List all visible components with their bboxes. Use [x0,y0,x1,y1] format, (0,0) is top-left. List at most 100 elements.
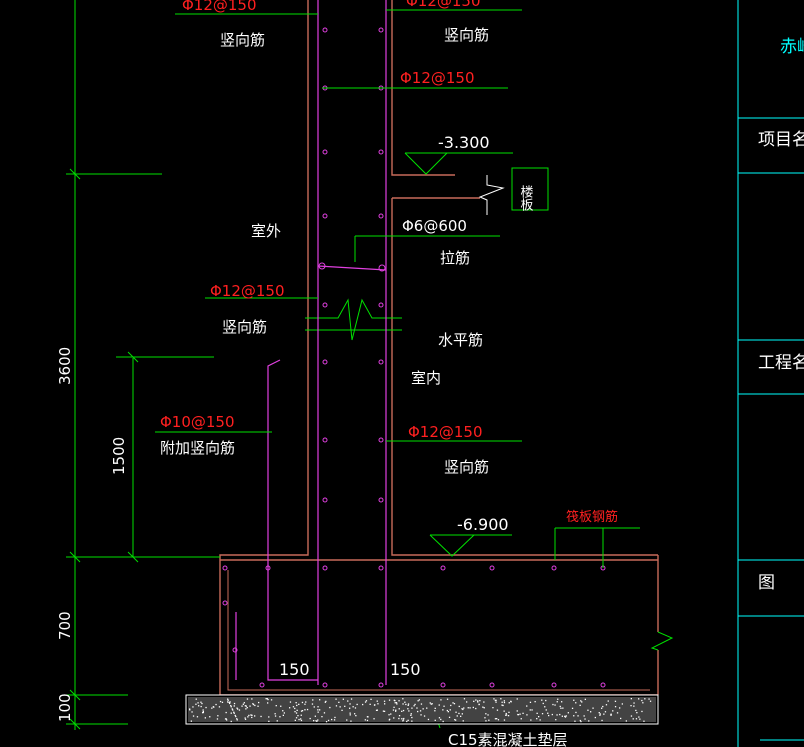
gravel-speck [402,703,404,705]
gravel-speck [218,706,221,708]
gravel-speck [452,702,454,704]
gravel-speck [564,715,566,717]
gravel-speck [621,703,623,705]
gravel-speck [388,714,390,716]
title-engineering-name: 工程名 [758,353,804,373]
gravel-speck [392,709,395,711]
gravel-speck [579,704,581,706]
gravel-speck [388,699,391,701]
gravel-speck [388,719,390,721]
gravel-speck [267,702,269,704]
gravel-speck [601,707,603,709]
gravel-speck [295,702,297,704]
gravel-speck [395,702,398,704]
gravel-speck [573,715,575,717]
gravel-speck [377,703,379,705]
gravel-speck [243,702,245,704]
gravel-speck [599,713,601,715]
gravel-speck [534,701,536,703]
gravel-speck [401,718,403,720]
gravel-speck [554,704,556,706]
gravel-speck [233,712,235,714]
gravel-speck [407,704,409,706]
label-horizontal-bar: 水平筋 [438,331,483,349]
title-company: 赤峰 [780,37,804,57]
gravel-speck [638,698,640,700]
label-dim-150-left: 150 [279,660,310,679]
gravel-speck [420,703,423,705]
gravel-speck [587,709,589,711]
gravel-speck [304,703,306,705]
gravel-speck [434,707,436,709]
gravel-speck [204,717,206,719]
gravel-speck [382,710,385,712]
gravel-speck [463,698,466,700]
gravel-speck [541,713,544,715]
gravel-speck [649,700,652,702]
gravel-speck [300,719,303,722]
gravel-speck [324,701,326,703]
gravel-speck [403,717,405,720]
gravel-speck [590,711,592,713]
gravel-speck [219,700,222,703]
gravel-speck [632,718,634,720]
gravel-speck [477,701,479,703]
gravel-speck [252,703,255,706]
gravel-speck [630,705,632,707]
gravel-speck [501,701,503,703]
gravel-speck [205,706,207,709]
gravel-speck [434,719,436,721]
gravel-speck [202,709,204,711]
gravel-speck [248,714,250,717]
gravel-speck [313,706,315,708]
gravel-speck [413,705,415,707]
gravel-speck [536,712,538,714]
gravel-speck [526,714,528,716]
gravel-speck [526,705,528,707]
gravel-speck [192,715,195,717]
gravel-speck [575,711,577,714]
gravel-speck [238,709,241,711]
gravel-speck [306,708,309,711]
gravel-speck [212,706,214,708]
gravel-speck [630,715,633,717]
gravel-speck [610,714,612,716]
gravel-speck [349,707,351,709]
gravel-speck [458,705,460,708]
gravel-speck [383,700,386,702]
c15-cushion-layer [185,694,659,725]
gravel-speck [295,712,298,714]
gravel-speck [410,713,412,715]
gravel-speck [270,699,273,701]
gravel-speck [294,707,296,710]
gravel-speck [431,703,433,705]
gravel-speck [423,715,426,717]
gravel-speck [422,708,424,710]
gravel-speck [479,700,481,702]
gravel-speck [545,709,547,711]
gravel-speck [376,709,378,711]
gravel-speck [404,701,406,703]
gravel-speck [200,701,202,703]
label-dim-150-right: 150 [390,660,421,679]
gravel-speck [466,701,468,703]
label-right-vertical-3: 竖向筋 [444,458,489,476]
gravel-speck [211,707,213,709]
gravel-speck [319,699,321,701]
gravel-speck [374,704,376,706]
gravel-speck [394,700,396,702]
gravel-speck [562,707,564,709]
gravel-speck [592,707,594,709]
gravel-speck [544,706,546,708]
gravel-speck [333,719,336,721]
gravel-speck [250,714,252,716]
gravel-speck [401,710,403,712]
gravel-speck [469,707,471,709]
gravel-speck [574,720,576,722]
gravel-speck [355,715,357,717]
gravel-speck [642,702,644,704]
gravel-speck [584,698,586,700]
gravel-speck [235,715,237,718]
gravel-speck [633,702,635,704]
gravel-speck [485,720,487,722]
